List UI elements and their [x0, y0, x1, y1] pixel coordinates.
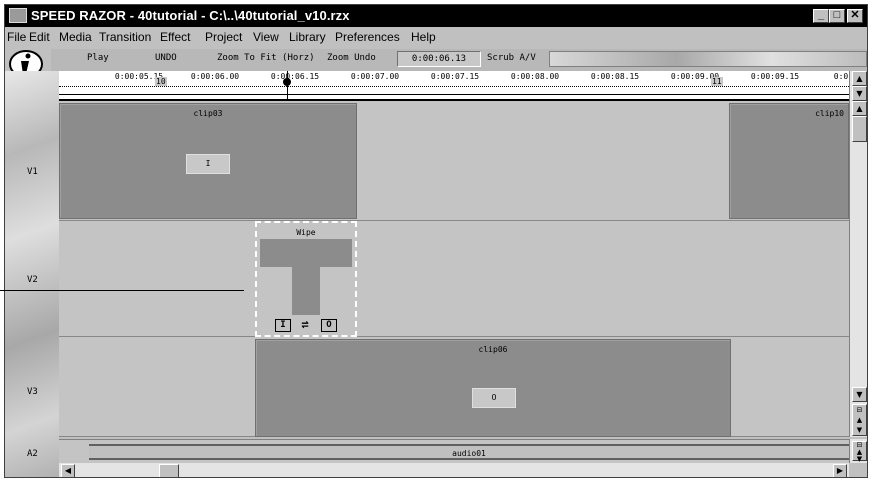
transition-name: Wipe	[296, 228, 316, 237]
close-button[interactable]: ✕	[847, 9, 863, 23]
scroll-thumb[interactable]	[852, 116, 867, 142]
scroll-down-icon[interactable]: ▼	[852, 387, 867, 402]
menu-effect[interactable]: Effect	[160, 30, 190, 44]
zoom-undo-button[interactable]: Zoom Undo	[327, 53, 376, 63]
track-a2[interactable]: audio01	[59, 439, 849, 463]
minimize-button[interactable]: _	[813, 9, 829, 23]
ruler-tick: 0:0	[833, 72, 849, 81]
swap-icon[interactable]: ⇌	[297, 318, 313, 332]
ruler-tick: 0:00:08.15	[590, 72, 640, 81]
maximize-button[interactable]: □	[829, 9, 845, 23]
menu-file[interactable]: File	[7, 30, 26, 44]
track-resize-icon[interactable]: ⊟ ▲ ▼	[852, 404, 867, 436]
scroll-thumb[interactable]	[159, 464, 179, 477]
track-label-v3: V3	[27, 387, 38, 397]
tracks-scrollbar[interactable]: ▲ ▼ ⊟ ▲ ▼	[849, 101, 867, 437]
transition-out-button[interactable]: O	[321, 319, 337, 332]
transition-in-button[interactable]: I	[275, 319, 291, 332]
wipe-transition[interactable]: Wipe I ⇌ O	[255, 221, 357, 337]
timecode-field[interactable]: 0:00:06.13	[397, 51, 481, 67]
clip-clip10[interactable]: clip10	[729, 103, 849, 219]
scroll-right-icon[interactable]: ▶	[833, 464, 847, 477]
time-ruler[interactable]: 0:00:05.15 10 0:00:06.00 0:00:06.15 0:00…	[59, 71, 849, 101]
clip-tag[interactable]: I	[186, 154, 230, 174]
track-v3[interactable]: clip06 O	[59, 337, 849, 437]
ruler-tick: 0:00:07.00	[350, 72, 400, 81]
menu-project[interactable]: Project	[205, 30, 242, 44]
menu-edit[interactable]: Edit	[29, 30, 50, 44]
menu-media[interactable]: Media	[59, 30, 92, 44]
ruler-scrollbar[interactable]: ▲ ▼	[849, 71, 867, 101]
zoom-to-fit-button[interactable]: Zoom To Fit (Horz)	[217, 53, 315, 63]
ruler-marker[interactable]: 11	[711, 77, 723, 86]
menu-help[interactable]: Help	[411, 30, 436, 44]
horizontal-scrollbar[interactable]: ◀ ▶	[59, 463, 849, 477]
track-header-panel: V1 V2 V3 A2	[5, 71, 59, 477]
clip-name: clip10	[815, 109, 844, 118]
window-title: SPEED RAZOR - 40tutorial - C:\..\40tutor…	[31, 8, 350, 23]
menu-transition[interactable]: Transition	[99, 30, 151, 44]
clip-audio01[interactable]: audio01	[89, 444, 849, 460]
toolbar: Play UNDO Zoom To Fit (Horz) Zoom Undo 0…	[51, 49, 867, 71]
ruler-tick: 0:00:08.00	[510, 72, 560, 81]
clip-tag[interactable]: O	[472, 388, 516, 408]
clip-name: clip03	[193, 109, 223, 118]
title-bar[interactable]: SPEED RAZOR - 40tutorial - C:\..\40tutor…	[5, 5, 867, 27]
timeline-tracks: clip03 I clip10 Wipe I ⇌ O clip06 O	[59, 101, 849, 437]
menu-preferences[interactable]: Preferences	[335, 30, 400, 44]
scroll-up-icon[interactable]: ▲	[852, 101, 867, 116]
scrub-slider[interactable]	[549, 51, 867, 67]
playhead-handle[interactable]	[283, 78, 291, 86]
wipe-thumbnail-icon	[260, 239, 352, 315]
track-v1[interactable]: clip03 I clip10	[59, 101, 849, 221]
ruler-tick: 0:00:09.15	[750, 72, 800, 81]
playhead[interactable]	[287, 71, 288, 99]
track-label-v2: V2	[27, 275, 38, 285]
app-icon[interactable]	[9, 8, 27, 23]
play-button[interactable]: Play	[87, 53, 109, 63]
callout-line	[0, 290, 244, 291]
ruler-marker[interactable]: 10	[155, 77, 167, 86]
ruler-tick: 0:00:06.00	[190, 72, 240, 81]
app-window: SPEED RAZOR - 40tutorial - C:\..\40tutor…	[4, 4, 868, 478]
menu-library[interactable]: Library	[289, 30, 326, 44]
menu-bar: File Edit Media Transition Effect Projec…	[5, 27, 867, 47]
scrub-button[interactable]: Scrub A/V	[487, 53, 536, 63]
audio-scrollbar[interactable]: ⊟ ▲ ▼	[849, 439, 867, 463]
ruler-dotted-line	[59, 86, 849, 87]
track-resize-icon[interactable]: ⊟ ▲ ▼	[852, 441, 867, 463]
clip-name: audio01	[452, 449, 486, 458]
clip-name: clip06	[478, 345, 508, 354]
track-v2[interactable]	[59, 221, 849, 337]
track-label-a2: A2	[27, 449, 38, 459]
ruler-tick: 0:00:06.15	[270, 72, 320, 81]
scroll-up-icon[interactable]: ▲	[852, 71, 867, 86]
undo-button[interactable]: UNDO	[155, 53, 177, 63]
ruler-tick: 0:00:07.15	[430, 72, 480, 81]
menu-view[interactable]: View	[253, 30, 279, 44]
clip-clip06[interactable]: clip06 O	[255, 339, 731, 437]
scroll-down-icon[interactable]: ▼	[852, 86, 867, 101]
clip-clip03[interactable]: clip03 I	[59, 103, 357, 219]
scroll-left-icon[interactable]: ◀	[61, 464, 75, 477]
track-label-v1: V1	[27, 167, 38, 177]
ruler-line	[59, 94, 849, 95]
